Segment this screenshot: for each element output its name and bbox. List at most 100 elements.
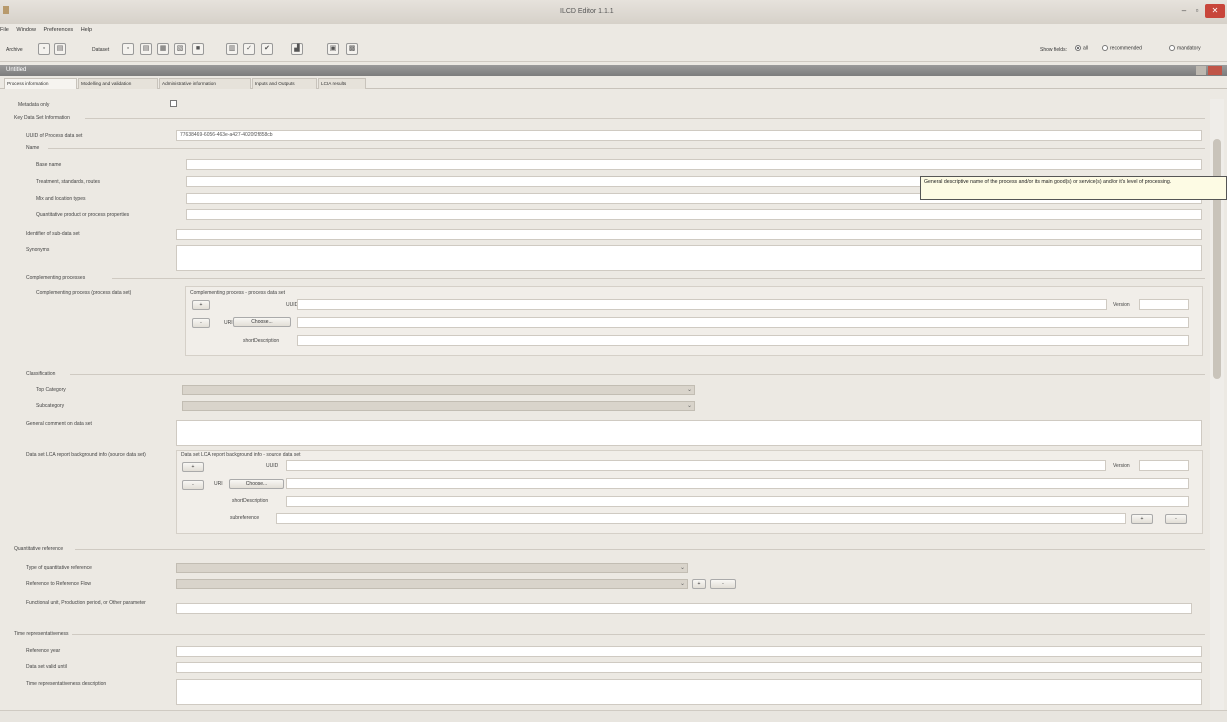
menu-file[interactable]: File (0, 27, 9, 33)
type-quant-ref-select[interactable]: ⌄ (176, 563, 688, 573)
check-icon[interactable]: ✓ (243, 43, 255, 55)
source-uuid-label: UUID (266, 463, 279, 469)
time-desc-field[interactable] (176, 679, 1202, 705)
time-repr-heading: Time representativeness (14, 631, 69, 637)
close-button[interactable]: ✕ (1205, 4, 1225, 18)
tab-inputs-outputs[interactable]: Inputs and Outputs (252, 78, 317, 89)
radio-recommended[interactable] (1102, 45, 1108, 51)
complementing-version-field[interactable] (1139, 299, 1189, 310)
check-all-icon[interactable]: ✔ (261, 43, 273, 55)
print-icon[interactable]: ▩ (346, 43, 358, 55)
editor-title: Untitled (6, 67, 27, 73)
treatment-label: Treatment, standards, routes (36, 179, 101, 185)
menu-window[interactable]: Window (16, 27, 36, 33)
version-label: Version (1113, 302, 1130, 308)
validate-icon[interactable]: ▥ (226, 43, 238, 55)
complementing-uri-field[interactable] (297, 317, 1189, 328)
synonyms-field[interactable] (176, 245, 1202, 271)
scrollbar-thumb[interactable] (1213, 139, 1221, 379)
choose-button[interactable]: Choose... (233, 317, 291, 327)
divider (85, 118, 1205, 119)
show-all-option[interactable]: all (1073, 45, 1088, 51)
new-dataset-icon[interactable]: ▫ (122, 43, 134, 55)
valid-until-field[interactable] (176, 662, 1202, 673)
minimize-button[interactable]: – (1178, 4, 1190, 18)
source-uri-field[interactable] (286, 478, 1189, 489)
source-version-field[interactable] (1139, 460, 1189, 471)
subcategory-select[interactable]: ⌄ (182, 401, 695, 411)
remove-ref-flow-button[interactable]: - (710, 579, 736, 589)
toolbar: Archive ▫ ▤ Dataset ▫ ▤ ▦ ▧ ■ ▥ ✓ ✔ ▟ ▣ … (0, 36, 1227, 62)
source-version-label: Version (1113, 463, 1130, 469)
top-category-select[interactable]: ⌄ (182, 385, 695, 395)
tab-modelling-validation[interactable]: Modelling and validation (78, 78, 158, 89)
remove-complementing-button[interactable]: - (192, 318, 210, 328)
export-icon[interactable]: ▧ (174, 43, 186, 55)
sub-dataset-field[interactable] (176, 229, 1202, 240)
general-comment-label: General comment on data set (26, 421, 92, 427)
show-recommended-option[interactable]: recommended (1100, 45, 1142, 51)
general-comment-field[interactable] (176, 420, 1202, 446)
xml-icon[interactable]: ▣ (327, 43, 339, 55)
tab-administrative-information[interactable]: Administrative information (159, 78, 251, 89)
type-quant-ref-label: Type of quantitative reference (26, 565, 92, 571)
dataset-label: Dataset (92, 47, 110, 53)
menu-bar: File Window Preferences Help (0, 24, 1227, 35)
radio-all[interactable] (1075, 45, 1081, 51)
divider (72, 634, 1205, 635)
add-ref-flow-button[interactable]: + (692, 579, 706, 589)
synonyms-label: Synonyms (26, 247, 50, 253)
quant-props-field[interactable] (186, 209, 1202, 220)
import-icon[interactable]: ▦ (157, 43, 169, 55)
uuid-field[interactable]: 77638469-6056-463e-a427-4020f2f858cb (176, 130, 1202, 141)
uuid-label: UUID of Process data set (26, 133, 83, 139)
show-mandatory-option[interactable]: mandatory (1167, 45, 1201, 51)
complementing-short-description-field[interactable] (297, 335, 1189, 346)
functional-unit-field[interactable] (176, 603, 1192, 614)
complementing-uuid-field[interactable] (297, 299, 1107, 310)
radio-all-label: all (1083, 45, 1089, 52)
menu-help[interactable]: Help (81, 27, 92, 33)
subreference-label: subreference (230, 515, 260, 521)
source-short-description-field[interactable] (286, 496, 1189, 507)
divider (75, 549, 1205, 550)
tab-process-information[interactable]: Process information (4, 78, 77, 89)
remove-source-button[interactable]: - (182, 480, 204, 490)
chevron-down-icon: ⌄ (679, 565, 685, 571)
divider (70, 374, 1205, 375)
maximize-button[interactable]: ▫ (1191, 4, 1203, 18)
archive-label: Archive (6, 47, 23, 53)
chevron-down-icon: ⌄ (686, 387, 692, 393)
base-name-field[interactable] (186, 159, 1202, 170)
radio-mandatory[interactable] (1169, 45, 1175, 51)
valid-until-label: Data set valid until (26, 664, 67, 670)
chart-icon[interactable]: ▟ (291, 43, 303, 55)
open-dataset-icon[interactable]: ▤ (140, 43, 152, 55)
add-source-button[interactable]: + (182, 462, 204, 472)
editor-close-icon[interactable] (1208, 66, 1222, 75)
menu-preferences[interactable]: Preferences (44, 27, 74, 33)
add-subreference-button[interactable]: + (1131, 514, 1153, 524)
radio-recommended-label: recommended (1110, 45, 1142, 52)
open-archive-icon[interactable]: ▤ (54, 43, 66, 55)
ref-flow-select[interactable]: ⌄ (176, 579, 688, 589)
lca-report-label: Data set LCA report background info (sou… (26, 452, 146, 458)
source-short-description-label: shortDescription (232, 498, 269, 504)
metadata-only-checkbox[interactable] (170, 100, 177, 107)
quant-props-label: Quantitative product or process properti… (36, 212, 130, 218)
sub-dataset-label: Identifier of sub-data set (26, 231, 80, 237)
complementing-process-ref-label: Complementing process - process data set (190, 290, 286, 296)
title-bar: ILCD Editor 1.1.1 – ▫ ✕ (0, 0, 1227, 24)
save-icon[interactable]: ■ (192, 43, 204, 55)
ref-year-field[interactable] (176, 646, 1202, 657)
tab-lcia-results[interactable]: LCIA results (318, 78, 366, 89)
new-archive-icon[interactable]: ▫ (38, 43, 50, 55)
editor-restore-icon[interactable] (1196, 66, 1206, 75)
remove-subreference-button[interactable]: - (1165, 514, 1187, 524)
source-uuid-field[interactable] (286, 460, 1106, 471)
source-choose-button[interactable]: Choose... (229, 479, 284, 489)
add-complementing-button[interactable]: + (192, 300, 210, 310)
app-icon (3, 6, 9, 14)
subreference-field[interactable] (276, 513, 1126, 524)
ref-flow-label: Reference to Reference Flow (26, 581, 92, 587)
